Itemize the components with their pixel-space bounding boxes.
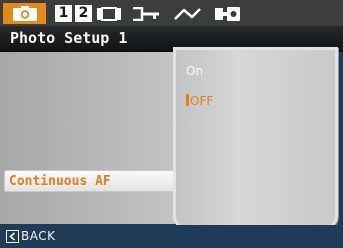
tab-setup-2-label: 2 xyxy=(78,5,89,21)
option-on-label: On xyxy=(186,64,204,78)
back-label: BACK xyxy=(21,229,56,243)
key-icon xyxy=(133,6,159,21)
transfer-icon xyxy=(174,7,201,20)
selection-marker xyxy=(186,94,189,106)
tab-setup-1[interactable]: 1 xyxy=(55,5,72,22)
menu-list: Continuous AF xyxy=(0,52,175,224)
left-arrow-icon xyxy=(6,230,19,243)
tab-connection[interactable] xyxy=(212,3,244,24)
display-icon xyxy=(97,6,121,21)
menu-item-continuous-af[interactable]: Continuous AF xyxy=(4,170,175,192)
options-panel: On OFF xyxy=(173,47,338,230)
back-button[interactable]: BACK xyxy=(6,228,55,245)
connection-icon xyxy=(215,6,240,21)
tab-transfer[interactable] xyxy=(172,3,204,24)
tab-setup-1-label: 1 xyxy=(58,5,69,21)
page-title: Photo Setup 1 xyxy=(10,29,128,47)
footer-bar: BACK xyxy=(0,225,343,248)
option-off[interactable]: OFF xyxy=(186,93,213,109)
option-on[interactable]: On xyxy=(186,63,203,79)
menu-tab-bar: 1 2 xyxy=(0,0,343,26)
tab-display[interactable] xyxy=(93,3,125,24)
option-off-label: OFF xyxy=(190,94,214,108)
menu-item-label: Continuous AF xyxy=(9,174,111,189)
tab-key[interactable] xyxy=(130,3,162,24)
camera-icon xyxy=(12,5,37,21)
tab-photo-setup[interactable] xyxy=(3,3,46,24)
tab-setup-2[interactable]: 2 xyxy=(75,5,92,22)
